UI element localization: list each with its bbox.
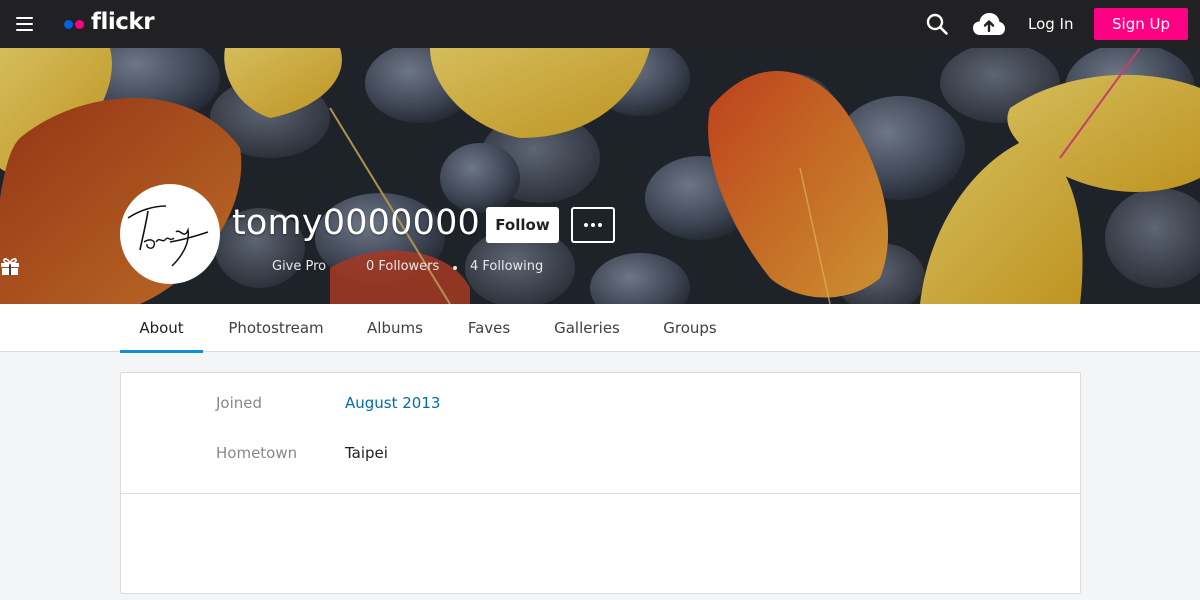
logo-text: flickr — [91, 9, 155, 35]
hometown-value: Taipei — [345, 444, 388, 462]
flickr-logo[interactable]: flickr — [64, 9, 155, 37]
menu-icon[interactable] — [16, 17, 33, 31]
tab-faves[interactable]: Faves — [459, 304, 519, 352]
more-options-button[interactable] — [571, 207, 615, 243]
following-count[interactable]: 4 Following — [470, 259, 543, 274]
more-dots-icon — [583, 223, 604, 227]
cover-photo: tomy0000000 Follow Give Pro 0 Followers … — [0, 48, 1200, 304]
avatar[interactable] — [120, 184, 220, 284]
login-link[interactable]: Log In — [1028, 15, 1074, 33]
card-divider — [121, 493, 1080, 494]
tab-albums[interactable]: Albums — [359, 304, 431, 352]
profile-tabs: About Photostream Albums Faves Galleries… — [0, 304, 1200, 353]
logo-pink-dot — [75, 19, 84, 29]
search-icon[interactable] — [925, 12, 949, 36]
give-pro-link[interactable]: Give Pro — [272, 259, 326, 274]
joined-value[interactable]: August 2013 — [345, 394, 440, 412]
gift-icon — [1, 258, 19, 275]
tab-groups[interactable]: Groups — [655, 304, 725, 352]
followers-count[interactable]: 0 Followers — [366, 259, 439, 274]
top-nav: flickr Log In Sign Up — [0, 0, 1200, 48]
signup-button[interactable]: Sign Up — [1094, 8, 1188, 40]
profile-username: tomy0000000 — [232, 203, 481, 243]
logo-blue-dot — [64, 19, 73, 29]
joined-label: Joined — [216, 394, 263, 412]
tab-galleries[interactable]: Galleries — [548, 304, 626, 352]
signature-avatar-image — [127, 205, 209, 267]
hometown-label: Hometown — [216, 444, 298, 462]
tab-photostream[interactable]: Photostream — [221, 304, 331, 352]
separator-dot — [453, 266, 457, 270]
tab-about[interactable]: About — [120, 304, 203, 353]
about-card: Joined August 2013 Hometown Taipei — [120, 372, 1081, 594]
follow-button[interactable]: Follow — [486, 207, 559, 243]
upload-cloud-icon[interactable] — [972, 10, 1006, 38]
